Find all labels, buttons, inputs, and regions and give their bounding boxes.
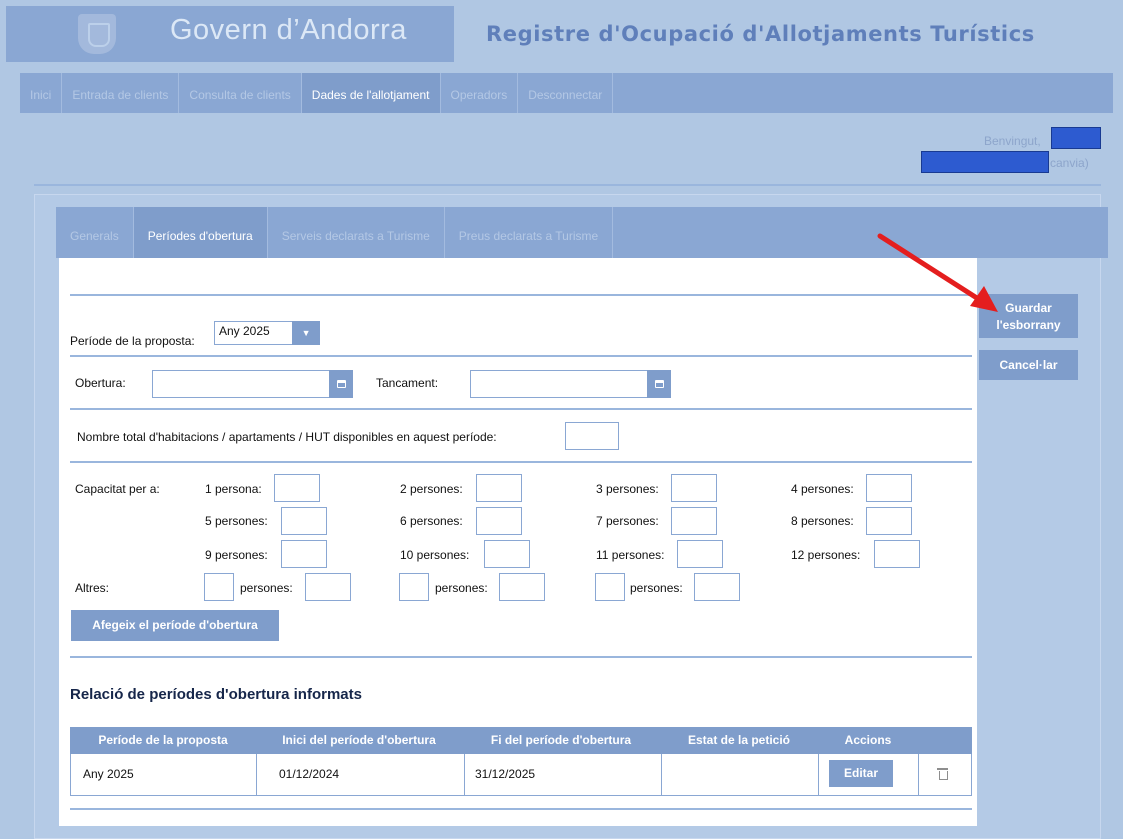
header: Govern d’Andorra Registre d'Ocupació d'A… xyxy=(6,6,1123,62)
others-persons-input-1[interactable] xyxy=(305,573,351,601)
others-persons-label-1: persones: xyxy=(240,581,293,595)
government-title: Govern d’Andorra xyxy=(170,14,407,46)
capacity-input-10[interactable] xyxy=(484,540,530,568)
others-persons-input-2[interactable] xyxy=(499,573,545,601)
section-divider xyxy=(70,408,972,410)
capacity-input-4[interactable] xyxy=(866,474,912,502)
calendar-icon[interactable] xyxy=(329,370,353,398)
header-brand: Govern d’Andorra xyxy=(6,6,454,62)
main-nav: Inici Entrada de clients Consulta de cli… xyxy=(20,73,1113,113)
tab-serveis-declarats[interactable]: Serveis declarats a Turisme xyxy=(268,207,445,258)
header-divider xyxy=(34,184,1101,186)
capacity-label: Capacitat per a: xyxy=(75,482,160,496)
section-divider xyxy=(70,294,972,296)
column-header-start: Inici del període d'obertura xyxy=(282,733,436,747)
capacity-input-2[interactable] xyxy=(476,474,522,502)
chevron-down-icon[interactable]: ▼ xyxy=(292,321,320,345)
total-rooms-label: Nombre total d'habitacions / apartaments… xyxy=(77,430,497,444)
capacity-input-3[interactable] xyxy=(671,474,717,502)
periods-table: Període de la proposta Inici del període… xyxy=(70,727,972,796)
tab-generals[interactable]: Generals xyxy=(56,207,134,258)
capacity-label-1: 1 persona: xyxy=(205,482,262,496)
section-divider xyxy=(70,656,972,658)
period-label: Període de la proposta: xyxy=(70,334,195,348)
capacity-input-11[interactable] xyxy=(677,540,723,568)
redacted-user-info xyxy=(921,151,1049,173)
column-header-status: Estat de la petició xyxy=(687,733,791,747)
capacity-label-12: 12 persones: xyxy=(791,548,861,562)
table-row: Any 2025 01/12/2024 31/12/2025 Editar xyxy=(70,754,972,796)
cell-actions: Editar xyxy=(819,754,919,795)
cell-end: 31/12/2025 xyxy=(465,754,662,795)
others-count-input-2[interactable] xyxy=(399,573,429,601)
section-divider xyxy=(70,808,972,810)
period-select-value: Any 2025 xyxy=(219,324,270,338)
nav-item-dades-allotjament[interactable]: Dades de l'allotjament xyxy=(301,73,441,113)
capacity-label-2: 2 persones: xyxy=(400,482,463,496)
edit-button[interactable]: Editar xyxy=(829,760,893,787)
column-header-period: Període de la proposta xyxy=(98,733,228,747)
nav-item-entrada-clients[interactable]: Entrada de clients xyxy=(62,73,180,113)
table-header: Període de la proposta Inici del període… xyxy=(70,727,972,754)
period-select[interactable]: Any 2025 ▼ xyxy=(214,321,320,345)
others-persons-input-3[interactable] xyxy=(694,573,740,601)
cell-period: Any 2025 xyxy=(71,754,257,795)
tab-preus-declarats[interactable]: Preus declarats a Turisme xyxy=(445,207,614,258)
nav-item-inici[interactable]: Inici xyxy=(20,73,63,113)
calendar-icon[interactable] xyxy=(647,370,671,398)
capacity-input-8[interactable] xyxy=(866,507,912,535)
others-count-input-3[interactable] xyxy=(595,573,625,601)
others-label: Altres: xyxy=(75,581,110,595)
nav-item-consulta-clients[interactable]: Consulta de clients xyxy=(179,73,302,113)
column-header-actions: Accions xyxy=(844,733,892,747)
others-persons-label-2: persones: xyxy=(435,581,488,595)
column-header-end: Fi del període d'obertura xyxy=(490,733,632,747)
nav-item-operadors[interactable]: Operadors xyxy=(441,73,519,113)
capacity-label-5: 5 persones: xyxy=(205,514,268,528)
capacity-label-3: 3 persones: xyxy=(596,482,659,496)
capacity-label-8: 8 persones: xyxy=(791,514,854,528)
add-period-button[interactable]: Afegeix el període d'obertura xyxy=(71,610,279,641)
capacity-label-11: 11 persones: xyxy=(596,548,665,562)
total-rooms-input[interactable] xyxy=(565,422,619,450)
opening-date-input[interactable] xyxy=(152,370,330,398)
periods-table-title: Relació de períodes d'obertura informats xyxy=(70,686,362,703)
capacity-input-1[interactable] xyxy=(274,474,320,502)
capacity-label-6: 6 persones: xyxy=(400,514,463,528)
closing-label: Tancament: xyxy=(376,376,439,390)
capacity-label-10: 10 persones: xyxy=(400,548,470,562)
capacity-input-5[interactable] xyxy=(281,507,327,535)
tab-periodes-obertura[interactable]: Períodes d'obertura xyxy=(133,207,268,258)
trash-icon[interactable] xyxy=(937,768,948,780)
redacted-username xyxy=(1051,127,1101,149)
capacity-label-9: 9 persones: xyxy=(205,548,268,562)
capacity-label-4: 4 persones: xyxy=(791,482,854,496)
section-divider xyxy=(70,461,972,463)
app-title: Registre d'Ocupació d'Allotjaments Turís… xyxy=(486,22,1035,46)
andorra-coat-of-arms-icon xyxy=(78,14,116,54)
cancel-button[interactable]: Cancel·lar xyxy=(979,350,1078,380)
welcome-text: Benvingut, xyxy=(984,134,1041,148)
annotation-arrow-icon xyxy=(877,233,998,312)
closing-date-input[interactable] xyxy=(470,370,648,398)
cell-status xyxy=(662,754,819,795)
cell-start: 01/12/2024 xyxy=(257,754,465,795)
nav-item-desconnectar[interactable]: Desconnectar xyxy=(518,73,614,113)
capacity-input-12[interactable] xyxy=(874,540,920,568)
opening-label: Obertura: xyxy=(75,376,126,390)
others-persons-label-3: persones: xyxy=(630,581,683,595)
capacity-input-7[interactable] xyxy=(671,507,717,535)
others-count-input-1[interactable] xyxy=(204,573,234,601)
save-draft-label: Guardar l'esborrany xyxy=(996,301,1061,332)
section-divider xyxy=(70,355,972,357)
capacity-input-9[interactable] xyxy=(281,540,327,568)
column-header-blank xyxy=(918,727,972,754)
header-app: Registre d'Ocupació d'Allotjaments Turís… xyxy=(454,6,1123,62)
capacity-label-7: 7 persones: xyxy=(596,514,659,528)
change-user-link[interactable]: canvia) xyxy=(1050,156,1089,170)
capacity-input-6[interactable] xyxy=(476,507,522,535)
